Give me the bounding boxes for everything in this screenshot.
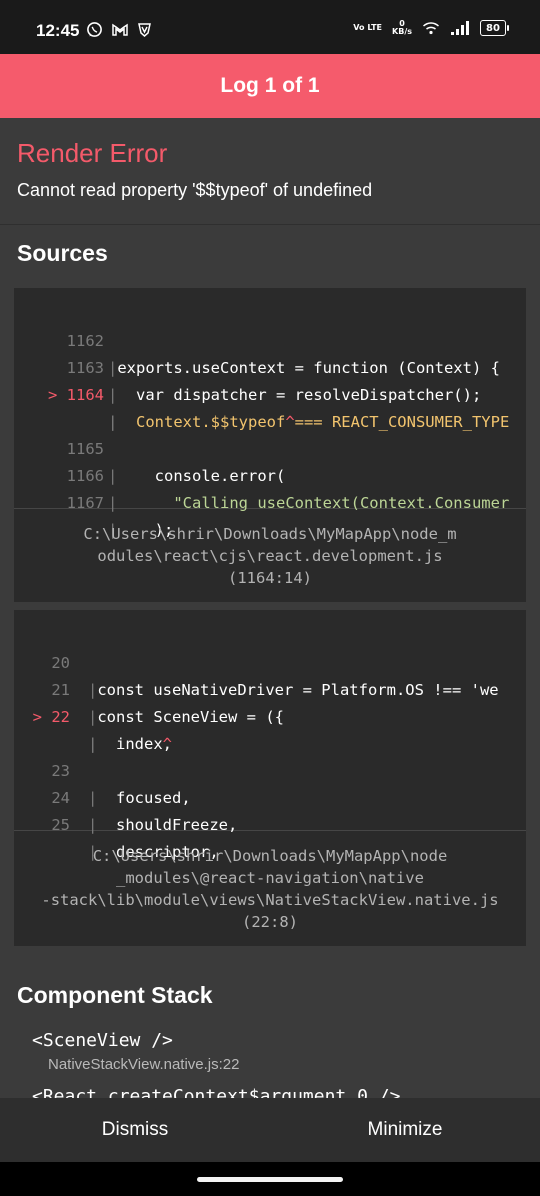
network-label: Vo LTE [353, 23, 383, 32]
component-stack-item[interactable]: <React.createContext$argument_0 /> [32, 1086, 400, 1098]
source-file-path[interactable]: C:\Users\shrir\Downloads\MyMapApp\node _… [14, 845, 526, 933]
component-name: <React.createContext$argument_0 /> [32, 1086, 401, 1098]
error-summary: Render Error Cannot read property '$$typ… [0, 118, 540, 225]
code-line-caret: | ^ [14, 704, 172, 753]
source-code-card-1[interactable]: 1162 |exports.useContext = function (Con… [14, 288, 526, 602]
log-header: Log 1 of 1 [0, 54, 540, 118]
battery-icon: 80 [480, 20, 509, 36]
dismiss-button[interactable]: Dismiss [0, 1098, 270, 1162]
code-text: |exports.useContext = function (Context)… [108, 359, 500, 377]
error-caret: | ^ [88, 735, 172, 753]
code-line: 1162 |exports.useContext = function (Con… [14, 301, 500, 377]
component-file: NativeStackView.native.js:22 [48, 1056, 240, 1073]
code-line: 1163 | var dispatcher = resolveDispatche… [14, 328, 482, 404]
status-bar: 12:45 Vo LTE 0 KB/s 80 [0, 0, 540, 54]
source-code-card-2[interactable]: 20 |const useNativeDriver = Platform.OS … [14, 610, 526, 946]
network-speed-unit: KB/s [392, 27, 412, 36]
source-file-path[interactable]: C:\Users\shrir\Downloads\MyMapApp\node_m… [14, 523, 526, 589]
component-name: <SceneView /> [32, 1030, 173, 1051]
wifi-icon [423, 22, 439, 35]
component-stack-title: Component Stack [17, 982, 213, 1008]
code-line: 1166 | "Calling useContext(Context.Consu… [14, 436, 510, 512]
signal-icon [451, 21, 469, 35]
network-speed: 0 KB/s [392, 20, 412, 36]
error-caret: | ^ [108, 413, 295, 431]
status-time: 12:45 [36, 21, 80, 40]
code-line-highlighted: > 1164 | Context.$$typeof === REACT_CONS… [14, 355, 509, 431]
log-footer: Dismiss Minimize [0, 1098, 540, 1162]
code-text: | focused, [88, 789, 191, 807]
line-number: 25 [51, 816, 70, 834]
code-line-caret: | ^ [14, 382, 295, 431]
home-indicator[interactable] [197, 1177, 343, 1182]
code-line: 23 | focused, [14, 731, 190, 807]
code-line: 1167 | ); [14, 463, 174, 539]
sources-title: Sources [17, 240, 108, 266]
line-number: 1167 [66, 494, 104, 512]
code-text: | shouldFreeze, [88, 816, 238, 834]
code-text: |const SceneView = ({ [88, 708, 284, 726]
code-line: 24 | shouldFreeze, [14, 758, 237, 834]
code-line: 20 |const useNativeDriver = Platform.OS … [14, 623, 498, 699]
code-line: 1165 | console.error( [14, 409, 286, 485]
error-title: Render Error [17, 138, 168, 168]
code-line: 25 | descriptor, [14, 785, 218, 861]
code-line: 21 |const SceneView = ({ [14, 650, 284, 726]
code-text: | "Calling useContext(Context.Consumer [108, 494, 510, 512]
error-log-content[interactable]: Render Error Cannot read property '$$typ… [0, 118, 540, 1098]
code-text: |const useNativeDriver = Platform.OS !==… [88, 681, 499, 699]
vpn-shield-icon [138, 23, 151, 37]
code-frame-2: 20 |const useNativeDriver = Platform.OS … [14, 610, 526, 861]
gmail-icon [112, 23, 128, 36]
notification-icons [86, 21, 152, 38]
code-text: | var dispatcher = resolveDispatcher(); [108, 386, 482, 404]
status-right-icons: Vo LTE 0 KB/s 80 [353, 20, 509, 36]
minimize-button[interactable]: Minimize [270, 1098, 540, 1162]
code-text: | console.error( [108, 467, 286, 485]
code-line-highlighted: > 22 | index, [14, 677, 172, 753]
whatsapp-icon [87, 22, 102, 37]
component-stack-item[interactable]: <SceneView /> NativeStackView.native.js:… [32, 1030, 240, 1073]
system-navigation-bar [0, 1162, 540, 1196]
error-message: Cannot read property '$$typeof' of undef… [17, 180, 373, 200]
log-title: Log 1 of 1 [220, 74, 320, 97]
code-frame-1: 1162 |exports.useContext = function (Con… [14, 288, 526, 539]
